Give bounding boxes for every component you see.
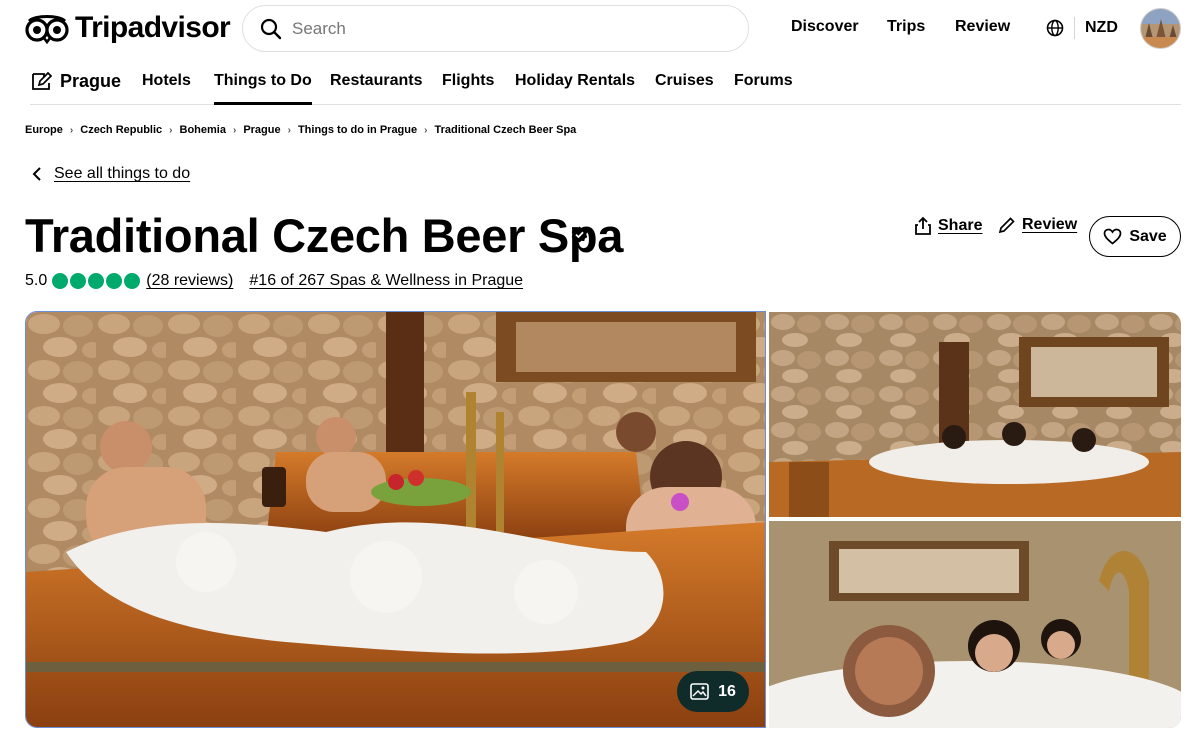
heart-icon (1103, 228, 1122, 245)
see-all-things-link[interactable]: See all things to do (30, 165, 190, 183)
currency-divider (1074, 17, 1075, 39)
chevron-right-icon: › (287, 124, 291, 136)
see-all-things-label: See all things to do (54, 165, 191, 182)
rating-bubble-icon (106, 273, 123, 289)
chevron-right-icon: › (169, 124, 173, 136)
rating-bubble-icon (88, 273, 105, 289)
nav-home-prague[interactable]: Prague (30, 70, 121, 92)
page-title: Traditional Czech Beer Spa (25, 209, 624, 262)
photo-count-button[interactable]: 16 (677, 671, 749, 712)
currency-label: NZD (1085, 19, 1118, 36)
reviews-link[interactable]: (28 reviews) (146, 272, 233, 290)
ranking-link[interactable]: #16 of 267 Spas & Wellness in Prague (249, 272, 523, 290)
nav-trips[interactable]: Trips (887, 18, 925, 36)
beer-spa-photo (26, 312, 765, 727)
nav-holiday-rentals[interactable]: Holiday Rentals (515, 72, 635, 90)
guests-selfie-photo (769, 521, 1181, 728)
nav-discover[interactable]: Discover (791, 18, 859, 36)
breadcrumb-current[interactable]: Traditional Czech Beer Spa (434, 124, 576, 136)
breadcrumb: Europe › Czech Republic › Bohemia › Prag… (25, 124, 576, 136)
save-button[interactable]: Save (1089, 216, 1181, 257)
top-bar: Tripadvisor Discover Trips Review NZD (0, 0, 1200, 58)
breadcrumb-prague[interactable]: Prague (243, 124, 280, 136)
gallery-photo-top[interactable] (769, 312, 1181, 517)
share-icon (915, 216, 931, 235)
nav-things-to-do[interactable]: Things to Do (214, 72, 312, 105)
chevron-right-icon: › (424, 124, 428, 136)
verified-icon (571, 226, 588, 243)
gallery-photo-bottom[interactable] (769, 521, 1181, 728)
nav-hotels[interactable]: Hotels (142, 72, 191, 90)
breadcrumb-czech-republic[interactable]: Czech Republic (80, 124, 162, 136)
nav-cruises[interactable]: Cruises (655, 72, 714, 90)
rating-value: 5.0 (25, 272, 48, 289)
rating-bubble-icon (52, 273, 69, 289)
photo-count-label: 16 (718, 682, 736, 700)
rating-bubble-icon (124, 273, 141, 289)
tripadvisor-logo[interactable]: Tripadvisor (25, 11, 231, 45)
avatar-image (1141, 9, 1180, 48)
category-nav: Prague Hotels Things to Do Restaurants F… (30, 62, 1181, 105)
nav-forums[interactable]: Forums (734, 72, 793, 90)
rating-row: 5.0 (28 reviews) #16 of 267 Spas & Welln… (25, 272, 523, 290)
share-label: Share (938, 217, 983, 234)
search-icon (260, 18, 282, 39)
main-photo[interactable] (25, 311, 766, 728)
spa-room-photo (769, 312, 1181, 517)
avatar[interactable] (1140, 8, 1181, 49)
nav-restaurants[interactable]: Restaurants (330, 72, 422, 90)
brand-name: Tripadvisor (75, 11, 231, 44)
nav-home-label: Prague (60, 70, 122, 91)
pencil-home-icon (32, 71, 52, 90)
nav-flights[interactable]: Flights (442, 72, 494, 90)
search-bar[interactable] (242, 5, 749, 52)
breadcrumb-europe[interactable]: Europe (25, 124, 63, 136)
rating-bubbles (52, 273, 141, 289)
share-button[interactable]: Share (914, 216, 982, 236)
globe-icon (1046, 19, 1064, 37)
breadcrumb-things-to-do[interactable]: Things to do in Prague (298, 124, 417, 136)
breadcrumb-bohemia[interactable]: Bohemia (180, 124, 226, 136)
image-icon (690, 683, 709, 700)
pencil-icon (998, 217, 1015, 234)
chevron-right-icon: › (69, 124, 74, 136)
review-label: Review (1022, 216, 1078, 233)
chevron-right-icon: › (232, 124, 237, 136)
rating-bubble-icon (70, 273, 87, 289)
search-input[interactable] (292, 18, 712, 39)
save-label: Save (1129, 227, 1167, 245)
write-review-button[interactable]: Review (998, 216, 1077, 234)
currency-selector[interactable]: NZD (1046, 17, 1118, 39)
tripadvisor-owl-icon (25, 15, 69, 44)
nav-review[interactable]: Review (955, 18, 1010, 36)
chevron-left-icon (32, 167, 41, 181)
